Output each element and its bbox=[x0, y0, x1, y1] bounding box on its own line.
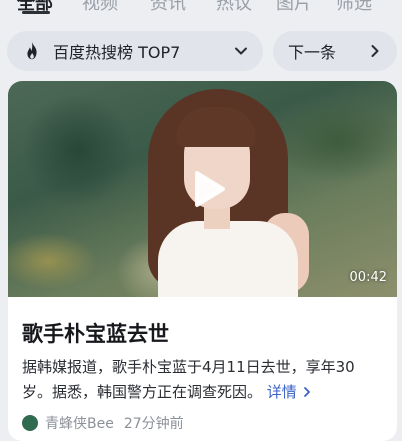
play-icon[interactable] bbox=[185, 167, 229, 211]
active-tab-indicator bbox=[22, 11, 50, 14]
details-link[interactable]: 详情 bbox=[267, 383, 312, 401]
chevron-down-icon[interactable] bbox=[233, 43, 249, 59]
tab-discussion[interactable]: 热议 bbox=[216, 0, 252, 14]
details-link-label: 详情 bbox=[266, 383, 297, 401]
news-card[interactable]: 00:42 歌手朴宝蓝去世 据韩媒报道，歌手朴宝蓝于4月11日去世，享年30岁。… bbox=[8, 81, 397, 441]
publish-time: 27分钟前 bbox=[123, 416, 184, 432]
video-thumbnail[interactable]: 00:42 bbox=[8, 81, 397, 297]
news-title[interactable]: 歌手朴宝蓝去世 bbox=[22, 318, 169, 348]
next-item-label: 下一条 bbox=[288, 43, 337, 62]
tab-images[interactable]: 图片 bbox=[276, 0, 312, 14]
chevron-right-icon bbox=[371, 45, 379, 57]
chevron-right-small-icon bbox=[303, 387, 310, 397]
fire-icon bbox=[27, 41, 37, 60]
hot-search-chip[interactable]: 百度热搜榜 TOP7 bbox=[7, 31, 263, 71]
video-duration: 00:42 bbox=[349, 270, 387, 285]
thumbnail-dress bbox=[158, 221, 298, 297]
tab-filter[interactable]: 筛选 bbox=[336, 0, 372, 14]
hot-search-label: 百度热搜榜 TOP7 bbox=[53, 43, 181, 62]
top-tab-bar: 全部 视频 资讯 热议 图片 筛选 bbox=[0, 0, 402, 14]
source-name[interactable]: 青蜂侠Bee bbox=[45, 413, 114, 433]
tab-news[interactable]: 资讯 bbox=[150, 0, 186, 14]
tab-video[interactable]: 视频 bbox=[82, 0, 118, 14]
source-row: 青蜂侠Bee 27分钟前 bbox=[22, 413, 184, 433]
next-item-button[interactable]: 下一条 bbox=[273, 31, 397, 71]
news-summary: 据韩媒报道，歌手朴宝蓝于4月11日去世，享年30岁。据悉，韩国警方正在调查死因。… bbox=[22, 355, 384, 405]
